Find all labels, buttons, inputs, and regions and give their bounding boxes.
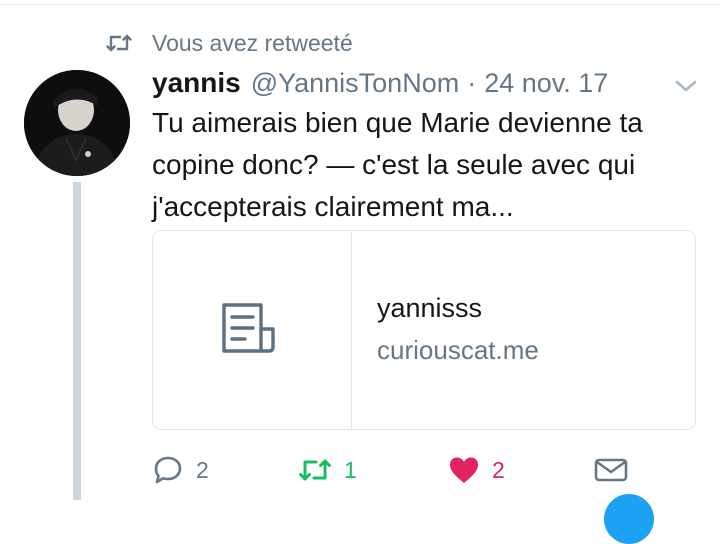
retweet-icon: [106, 34, 132, 52]
card-domain: curiouscat.me: [377, 335, 539, 365]
heart-icon: [450, 457, 478, 483]
avatar-photo: [24, 70, 130, 176]
tweet-text: Tu aimerais bien que Marie devienne ta c…: [152, 102, 692, 228]
author-handle[interactable]: @YannisTonNom: [251, 68, 460, 99]
tweet-text-line: copine donc? — c'est la seule avec qui: [152, 149, 636, 180]
tweet-header: yannis @YannisTonNom · 24 nov. 17: [152, 64, 608, 102]
card-media: [153, 231, 352, 429]
reply-icon: [154, 456, 182, 484]
retweet-context: Vous avez retweeté: [106, 28, 353, 58]
retweet-context-label: Vous avez retweeté: [152, 29, 353, 56]
compose-button[interactable]: [604, 494, 654, 544]
reply-count: 2: [196, 456, 209, 483]
like-count: 2: [492, 456, 505, 483]
direct-message-button[interactable]: [594, 450, 628, 490]
tweet-timestamp[interactable]: 24 nov. 17: [484, 68, 608, 99]
retweet-count: 1: [344, 456, 357, 483]
retweet-icon: [299, 459, 331, 481]
chevron-down-icon[interactable]: [674, 78, 698, 94]
reply-button[interactable]: 2: [152, 450, 209, 490]
envelope-icon: [594, 458, 628, 482]
document-icon: [222, 303, 275, 353]
author-name[interactable]: yannis: [152, 67, 241, 99]
avatar[interactable]: [24, 70, 130, 176]
card-title: yannisss: [377, 293, 483, 323]
tweet-text-line: j'accepterais clairement ma...: [152, 191, 514, 222]
like-button[interactable]: 2: [448, 450, 505, 490]
thread-line: [73, 182, 81, 500]
top-divider: [0, 4, 720, 5]
tweet-actions: 2 1 2: [152, 450, 692, 490]
link-card[interactable]: yannisss curiouscat.me: [152, 230, 696, 430]
tweet-text-line: Tu aimerais bien que Marie devienne ta: [152, 107, 643, 138]
header-separator: ·: [467, 67, 477, 98]
retweet-button[interactable]: 1: [298, 450, 357, 490]
